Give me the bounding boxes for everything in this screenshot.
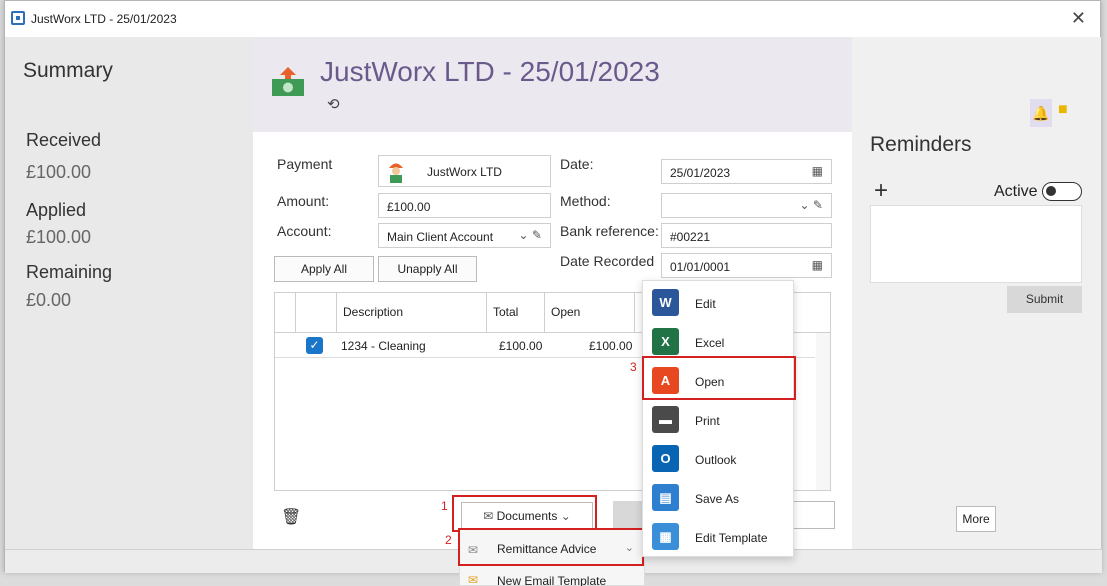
header-select-column [275, 293, 296, 333]
payment-payer-name: JustWorx LTD [427, 165, 502, 179]
menu-item-label: Excel [695, 336, 725, 350]
menu-item-label: Save As [695, 492, 740, 506]
received-value: £100.00 [26, 162, 92, 182]
menu-item-label: Outlook [695, 453, 737, 467]
menu-item-save-as[interactable]: ▤ Save As [643, 478, 795, 517]
bank-reference-label: Bank reference: [560, 223, 659, 239]
header-check-column [296, 293, 337, 333]
more-button[interactable]: More [956, 506, 996, 532]
excel-icon: X [652, 328, 679, 355]
applied-label: Applied [26, 200, 87, 220]
worker-icon [389, 163, 403, 183]
payment-window: JustWorx LTD - 25/01/2023 ✕ Summary Rece… [4, 0, 1102, 573]
menu-item-outlook[interactable]: O Outlook [643, 439, 795, 478]
document-actions-menu: W Edit X Excel A Open ▬ Print O Outlook … [642, 280, 794, 557]
date-recorded-value: 01/01/0001 [670, 260, 731, 274]
folder-icon[interactable]: ■ [1058, 101, 1068, 119]
column-header-total[interactable]: Total [487, 293, 545, 333]
row-checkbox[interactable]: ✓ [306, 337, 323, 354]
submit-button[interactable]: Submit [1007, 286, 1082, 313]
menu-item-label: Print [695, 414, 720, 428]
received-label: Received [26, 130, 102, 150]
annotation-number-1: 1 [441, 499, 448, 513]
menu-item-print[interactable]: ▬ Print [643, 400, 795, 439]
table-scrollbar[interactable] [816, 333, 830, 490]
payment-payer-button[interactable]: JustWorx LTD [378, 155, 551, 187]
column-header-description[interactable]: Description [337, 293, 487, 333]
menu-item-label: Edit [695, 297, 716, 311]
highlight-box-3 [642, 356, 796, 400]
row-total: £100.00 [499, 339, 543, 353]
money-upload-icon [272, 67, 304, 96]
active-label: Active [994, 183, 1038, 200]
payment-header: JustWorx LTD - 25/01/2023 ⟲ [253, 37, 852, 132]
amount-input[interactable]: £100.00 [378, 193, 551, 218]
apply-all-button[interactable]: Apply All [274, 256, 374, 282]
outlook-icon: O [652, 445, 679, 472]
row-description: 1234 - Cleaning [341, 339, 426, 353]
date-picker[interactable]: 25/01/2023 ▦ [661, 159, 832, 184]
account-value: Main Client Account [387, 230, 494, 244]
reminders-heading: Reminders [870, 133, 972, 156]
annotation-number-2: 2 [445, 533, 452, 547]
menu-item-edit[interactable]: W Edit [643, 283, 795, 322]
row-open: £100.00 [589, 339, 633, 353]
method-select[interactable]: ⌄ ✎ [661, 193, 832, 218]
calendar-icon[interactable]: ▦ [812, 164, 823, 178]
email-template-icon: ✉ [468, 573, 479, 586]
template-icon: ▦ [652, 523, 679, 550]
account-select[interactable]: Main Client Account ⌄ ✎ [378, 223, 551, 248]
column-header-open[interactable]: Open [545, 293, 635, 333]
account-label: Account: [277, 223, 332, 239]
annotation-number-3: 3 [630, 360, 637, 374]
chevron-down-pencil-icon[interactable]: ⌄ ✎ [800, 198, 823, 212]
partial-button[interactable] [793, 501, 835, 529]
reminder-textarea[interactable] [870, 205, 1082, 283]
remaining-label: Remaining [26, 262, 113, 282]
summary-heading: Summary [23, 59, 113, 82]
menu-item-label: Edit Template [695, 531, 768, 545]
payment-label: Payment [277, 156, 333, 172]
trash-icon[interactable]: 🗑 [281, 507, 301, 527]
remaining-value: £0.00 [26, 290, 72, 310]
highlight-box-1 [452, 495, 597, 532]
applied-value: £100.00 [26, 227, 92, 247]
title-bar: JustWorx LTD - 25/01/2023 ✕ [5, 1, 1100, 37]
amount-label: Amount: [277, 193, 330, 209]
menu-item-edit-template[interactable]: ▦ Edit Template [643, 517, 795, 556]
app-icon [11, 11, 25, 25]
date-value: 25/01/2023 [670, 166, 731, 180]
date-recorded-picker[interactable]: 01/01/0001 ▦ [661, 253, 832, 278]
date-recorded-label: Date Recorded [560, 253, 655, 269]
method-label: Method: [560, 193, 611, 209]
close-icon[interactable]: ✕ [1071, 8, 1086, 29]
highlight-box-2 [458, 528, 644, 566]
date-label: Date: [560, 156, 594, 172]
page-title: JustWorx LTD - 25/01/2023 [320, 56, 660, 87]
save-icon: ▤ [652, 484, 679, 511]
window-title: JustWorx LTD - 25/01/2023 [31, 12, 177, 26]
active-toggle[interactable] [1042, 182, 1082, 201]
summary-panel: Summary Received £100.00 Applied £100.00… [5, 37, 253, 549]
bank-reference-input[interactable]: #00221 [661, 223, 832, 248]
bell-icon[interactable]: 🔔 [1030, 99, 1052, 127]
printer-icon: ▬ [652, 406, 679, 433]
add-reminder-icon[interactable]: + [874, 177, 888, 205]
submenu-item-new-email-template[interactable]: New Email Template [497, 574, 606, 586]
calendar-icon[interactable]: ▦ [812, 258, 823, 272]
unapply-all-button[interactable]: Unapply All [378, 256, 477, 282]
chevron-down-pencil-icon[interactable]: ⌄ ✎ [519, 228, 542, 242]
history-icon[interactable]: ⟲ [327, 95, 340, 113]
word-icon: W [652, 289, 679, 316]
reminders-panel: 🔔 ■ Reminders + Active Submit More [852, 37, 1101, 549]
